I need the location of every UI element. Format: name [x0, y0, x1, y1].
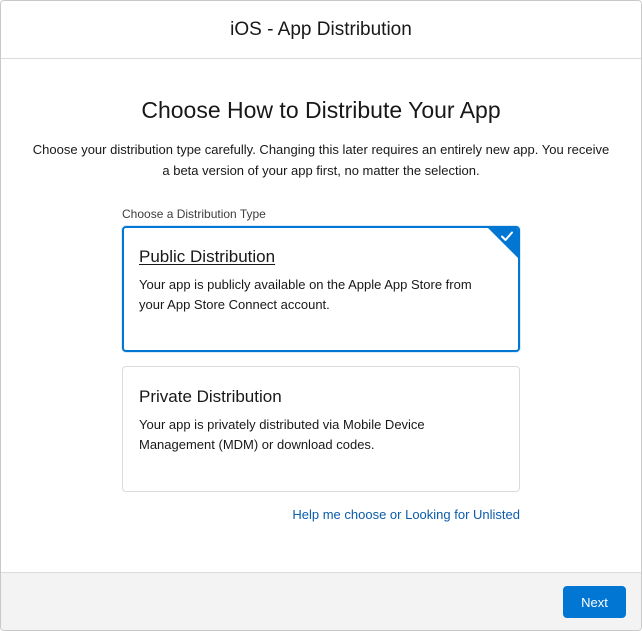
distribution-type-label: Choose a Distribution Type: [122, 207, 266, 221]
modal-window: iOS - App Distribution Choose How to Dis…: [0, 0, 642, 631]
private-distribution-description: Your app is privately distributed via Mo…: [139, 417, 425, 452]
public-distribution-description: Your app is publicly available on the Ap…: [139, 277, 472, 312]
next-button[interactable]: Next: [563, 586, 626, 618]
modal-content: Choose How to Distribute Your App Choose…: [1, 59, 641, 572]
modal-title: iOS - App Distribution: [230, 18, 412, 40]
help-choose-link[interactable]: Help me choose or Looking for Unlisted: [292, 507, 520, 522]
public-distribution-option[interactable]: Public Distribution Your app is publicly…: [122, 226, 520, 352]
page-description: Choose your distribution type carefully.…: [32, 142, 610, 178]
modal-footer: Next: [1, 572, 641, 630]
public-distribution-title: Public Distribution: [139, 247, 276, 266]
page-title: Choose How to Distribute Your App: [141, 97, 501, 123]
checkmark-icon: [501, 231, 513, 241]
modal-header: iOS - App Distribution: [1, 1, 641, 59]
private-distribution-title: Private Distribution: [139, 387, 282, 406]
private-distribution-option[interactable]: Private Distribution Your app is private…: [122, 366, 520, 492]
